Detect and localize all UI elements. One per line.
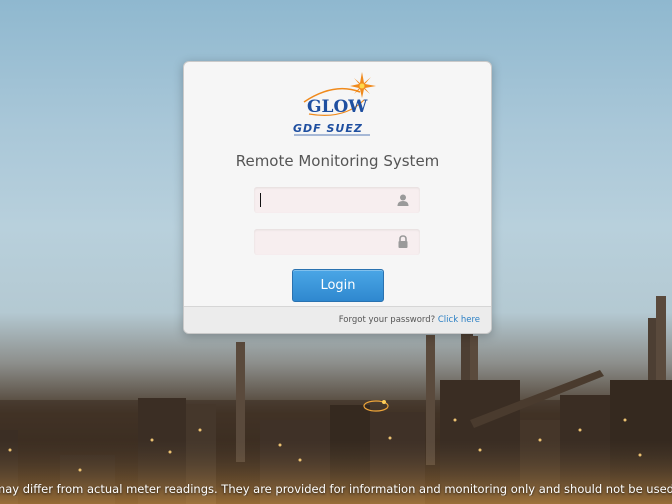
page-title: Remote Monitoring System <box>235 152 440 170</box>
username-field-wrap[interactable] <box>254 187 420 213</box>
forgot-password-text: Forgot your password? <box>338 315 436 325</box>
password-input[interactable] <box>254 229 400 255</box>
lock-icon <box>398 235 408 248</box>
user-icon <box>397 194 409 206</box>
username-input[interactable] <box>254 187 400 213</box>
login-button[interactable]: Login <box>292 269 384 302</box>
login-card: GLOW GDF SUEZ Remote Monitoring System L… <box>183 61 492 334</box>
disclaimer-marquee: may differ from actual meter readings. T… <box>0 482 672 496</box>
forgot-password: Forgot your password? Click here <box>339 315 480 325</box>
login-page: GLOW GDF SUEZ Remote Monitoring System L… <box>0 0 672 504</box>
card-footer: Forgot your password? Click here <box>184 306 491 333</box>
text-cursor <box>260 193 261 207</box>
svg-text:GDF SUEZ: GDF SUEZ <box>293 122 363 135</box>
forgot-password-link[interactable]: Click here <box>438 315 480 325</box>
glow-gdf-suez-logo: GLOW GDF SUEZ <box>184 70 491 140</box>
svg-text:GLOW: GLOW <box>307 97 368 117</box>
password-field-wrap[interactable] <box>254 229 420 255</box>
